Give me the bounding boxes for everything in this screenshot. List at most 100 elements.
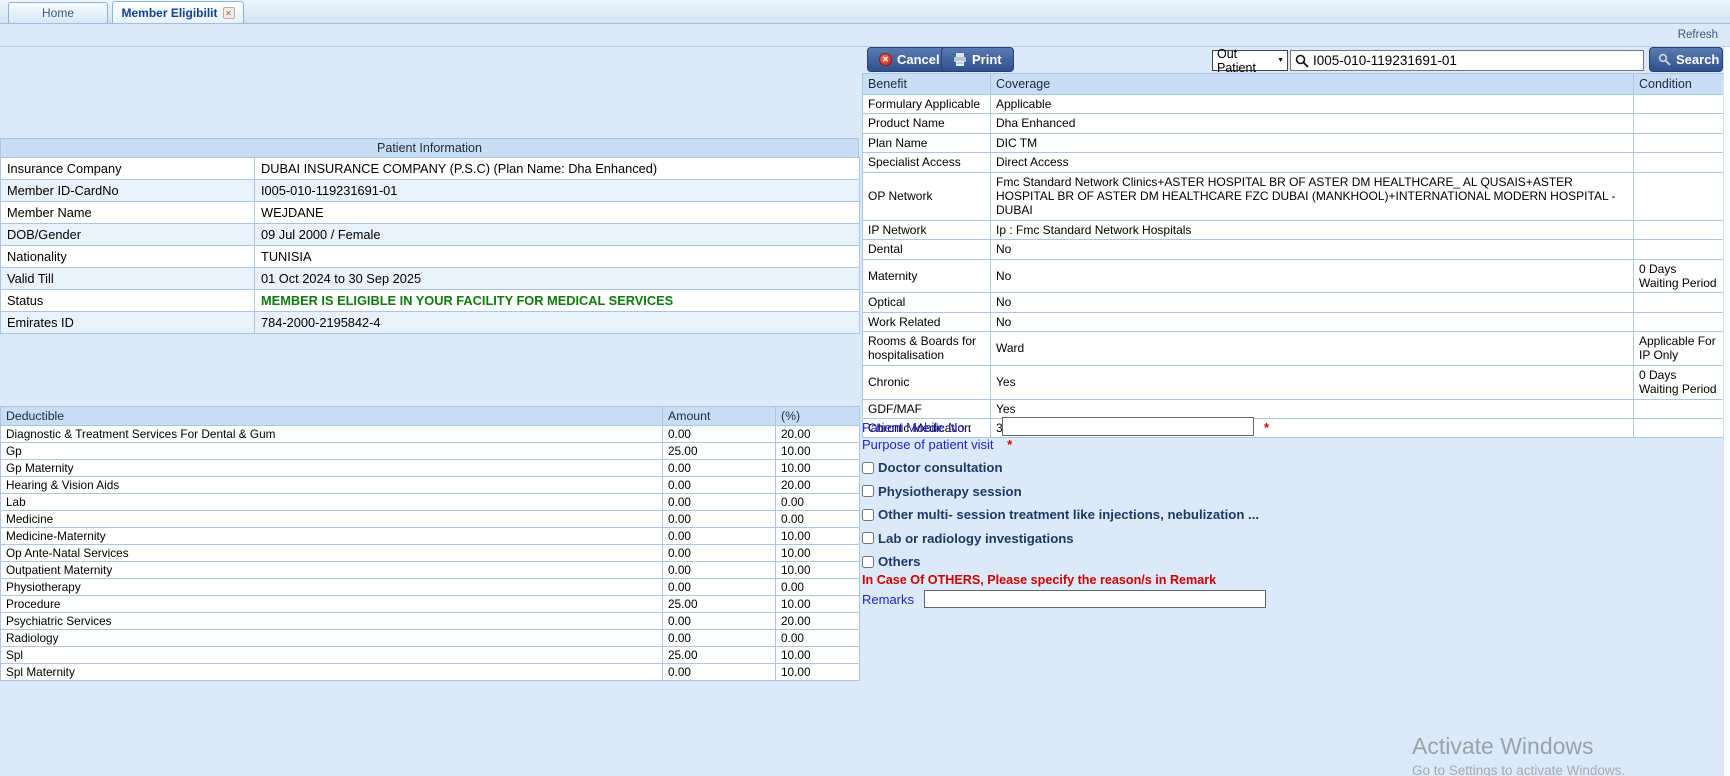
deductible-row: Outpatient Maternity 0.00 10.00: [0, 561, 860, 579]
purpose-label: Purpose of patient visit: [862, 437, 994, 452]
benefit-row-coverage: DIC TM: [990, 132, 1634, 154]
patient-info-row: Nationality TUNISIA: [0, 245, 860, 268]
deductible-row-name: Procedure: [0, 595, 663, 613]
patient-info-row-value: 01 Oct 2024 to 30 Sep 2025: [254, 267, 860, 290]
purpose-checkbox[interactable]: [862, 508, 874, 521]
others-note: In Case Of OTHERS, Please specify the re…: [862, 573, 1217, 587]
print-button[interactable]: Print: [941, 47, 1014, 72]
benefit-row-coverage: No: [990, 258, 1634, 294]
patient-info-row-label: Status: [0, 289, 255, 312]
remarks-input[interactable]: [924, 590, 1266, 608]
tab-home[interactable]: Home: [8, 2, 108, 23]
search-button-icon: [1658, 53, 1671, 66]
patient-mobile-input[interactable]: [1002, 417, 1254, 436]
patient-info-row-label: Emirates ID: [0, 311, 255, 334]
benefit-header-2: Condition: [1633, 73, 1724, 95]
deductible-row-pct: 10.00: [775, 561, 860, 579]
benefit-row-condition: [1633, 132, 1724, 154]
visit-type-select[interactable]: Out Patient ▼: [1212, 47, 1288, 75]
mobile-required-marker: *: [1264, 420, 1270, 435]
benefit-row-condition: 0 Days Waiting Period: [1633, 258, 1724, 294]
refresh-link[interactable]: Refresh: [1678, 29, 1718, 41]
patient-info-row: Insurance Company DUBAI INSURANCE COMPANY…: [0, 157, 860, 180]
deductible-row-name: Op Ante-Natal Services: [0, 544, 663, 562]
deductible-row-name: Gp: [0, 442, 663, 460]
deductible-row-pct: 0.00: [775, 578, 860, 596]
benefit-row: Rooms & Boards for hospitalisation Ward Ap…: [862, 331, 1724, 366]
benefit-header-0: Benefit: [862, 73, 991, 95]
patient-mobile-label: Patient Mobile No :: [862, 420, 972, 435]
right-scroll-strip[interactable]: [1723, 47, 1730, 776]
sub-bar: Refresh: [0, 24, 1730, 47]
benefit-row: Maternity No 0 Days Waiting Period: [862, 258, 1724, 294]
activate-windows-watermark: Activate Windows Go to Settings to activ…: [1412, 733, 1625, 776]
patient-information-section: Patient Information Insurance Company DUB…: [0, 138, 860, 334]
benefit-row: OP Network Fmc Standard Network Clinics+A…: [862, 171, 1724, 221]
benefit-row-condition: [1633, 398, 1724, 420]
deductible-row-amount: 0.00: [662, 459, 776, 477]
benefit-row: Product Name Dha Enhanced: [862, 113, 1724, 134]
patient-info-row-label: Valid Till: [0, 267, 255, 290]
benefit-row-condition: [1633, 171, 1724, 221]
deductible-row-amount: 0.00: [662, 561, 776, 579]
deductible-row: Gp Maternity 0.00 10.00: [0, 459, 860, 477]
patient-info-row-value: 784-2000-2195842-4: [254, 311, 860, 334]
benefit-row-coverage: Yes: [990, 398, 1634, 420]
cancel-button-label: Cancel: [897, 52, 940, 67]
deductible-row-name: Spl Maternity: [0, 663, 663, 681]
purpose-option-label: Other multi- session treatment like inje…: [878, 507, 1260, 523]
patient-info-row-label: Member Name: [0, 201, 255, 224]
benefit-row: Optical No: [862, 292, 1724, 313]
deductible-row-name: Lab: [0, 493, 663, 511]
printer-icon: [953, 53, 967, 66]
purpose-option: Physiotherapy session: [862, 480, 1332, 504]
member-search-input[interactable]: I005-010-119231691-01: [1290, 50, 1644, 71]
patient-info-row-value: 09 Jul 2000 / Female: [254, 223, 860, 246]
tab-close-icon[interactable]: ✕: [222, 6, 235, 19]
benefit-row-benefit: Product Name: [862, 113, 991, 134]
purpose-checkbox[interactable]: [862, 461, 874, 474]
cancel-button[interactable]: ✕ Cancel: [867, 47, 952, 72]
deductible-row-pct: 0.00: [775, 629, 860, 647]
benefit-row-coverage: Dha Enhanced: [990, 113, 1634, 134]
deductible-row-name: Medicine: [0, 510, 663, 528]
patient-info-row-label: Insurance Company: [0, 157, 255, 180]
purpose-checkbox[interactable]: [862, 555, 874, 568]
deductible-row-pct: 0.00: [775, 510, 860, 528]
patient-info-row: Valid Till 01 Oct 2024 to 30 Sep 2025: [0, 267, 860, 290]
deductible-row-pct: 20.00: [775, 476, 860, 494]
benefit-row-condition: [1633, 239, 1724, 260]
deductible-row-name: Psychiatric Services: [0, 612, 663, 630]
benefit-row-condition: [1633, 418, 1724, 439]
deductible-row: Medicine 0.00 0.00: [0, 510, 860, 528]
benefit-row-coverage: Ip : Fmc Standard Network Hospitals: [990, 219, 1634, 241]
purpose-option-label: Others: [878, 554, 921, 570]
deductible-row-amount: 25.00: [662, 646, 776, 664]
deductible-row-pct: 0.00: [775, 493, 860, 511]
benefit-row: IP Network Ip : Fmc Standard Network Hosp…: [862, 219, 1724, 241]
deductible-row: Op Ante-Natal Services 0.00 10.00: [0, 544, 860, 562]
purpose-checkbox[interactable]: [862, 532, 874, 545]
patient-info-row: Member Name WEJDANE: [0, 201, 860, 224]
purpose-checkbox[interactable]: [862, 485, 874, 498]
benefit-row: Dental No: [862, 239, 1724, 260]
benefit-header-1: Coverage: [990, 73, 1634, 95]
benefit-row-coverage: Direct Access: [990, 152, 1634, 173]
member-search-value: I005-010-119231691-01: [1313, 53, 1457, 68]
deductible-row-amount: 0.00: [662, 476, 776, 494]
deductible-row-name: Radiology: [0, 629, 663, 647]
benefit-row-condition: [1633, 219, 1724, 241]
patient-info-row-label: Nationality: [0, 245, 255, 268]
search-button[interactable]: Search: [1649, 47, 1723, 72]
deductible-row-name: Medicine-Maternity: [0, 527, 663, 545]
patient-info-row-value: MEMBER IS ELIGIBLE IN YOUR FACILITY FOR …: [254, 289, 860, 312]
purpose-option: Doctor consultation: [862, 456, 1332, 480]
tab-member-eligibility[interactable]: Member Eligibilit ✕: [112, 1, 244, 23]
purpose-option: Others: [862, 550, 1332, 574]
deductible-row-name: Hearing & Vision Aids: [0, 476, 663, 494]
deductible-row-pct: 10.00: [775, 646, 860, 664]
deductible-row-pct: 10.00: [775, 595, 860, 613]
watermark-line2: Go to Settings to activate Windows.: [1412, 763, 1626, 776]
member-eligibility-screen: Home Member Eligibilit ✕ Refresh ✕ Cance…: [0, 0, 1730, 776]
deductible-row-pct: 20.00: [775, 425, 860, 443]
